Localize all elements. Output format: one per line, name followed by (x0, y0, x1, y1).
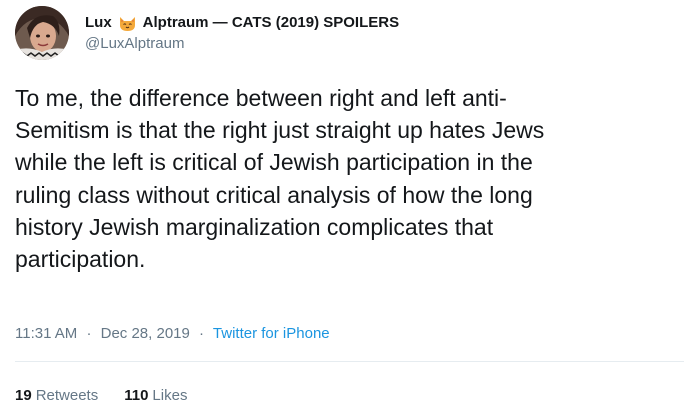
display-name-first: Lux (85, 14, 112, 31)
tweet-text-line: participation. (15, 246, 146, 273)
tweet-stats: 19 Retweets 110 Likes (15, 386, 213, 406)
tweet-header: Lux Alptraum — CATS (2019) SPOILERS @Lux… (15, 6, 399, 60)
avatar-photo (15, 6, 69, 60)
retweets-count: 19 (15, 387, 32, 404)
display-name-rest: Alptraum — CATS (2019) SPOILERS (142, 14, 400, 31)
tweet-text-line: history Jewish marginalization complicat… (15, 213, 494, 240)
likes-label: Likes (152, 387, 188, 404)
retweets-label: Retweets (35, 387, 99, 404)
divider (15, 361, 684, 362)
tweet-text-line: To me, the difference between right and … (15, 85, 507, 111)
tweet-date[interactable]: Dec 28, 2019 (101, 325, 190, 342)
cat-face-icon (118, 14, 137, 33)
meta-separator: · (199, 325, 205, 342)
retweets-stat[interactable]: 19 Retweets (15, 386, 98, 406)
tweet-text-line: ruling class without critical analysis o… (15, 181, 533, 208)
tweet-card: Lux Alptraum — CATS (2019) SPOILERS @Lux… (0, 0, 684, 414)
likes-count: 110 (124, 387, 149, 404)
tweet-source-link[interactable]: Twitter for iPhone (213, 325, 330, 342)
tweet-text: To me, the difference between right and … (15, 82, 675, 275)
user-handle[interactable]: @LuxAlptraum (85, 34, 399, 54)
tweet-text-line: Semitism is that the right just straight… (15, 117, 545, 144)
user-block: Lux Alptraum — CATS (2019) SPOILERS @Lux… (85, 13, 399, 54)
likes-stat[interactable]: 110 Likes (124, 386, 187, 406)
avatar[interactable] (15, 6, 69, 60)
display-name[interactable]: Lux Alptraum — CATS (2019) SPOILERS (85, 13, 399, 33)
tweet-time[interactable]: 11:31 AM (15, 325, 77, 342)
tweet-metadata: 11:31 AM · Dec 28, 2019 · Twitter for iP… (15, 324, 330, 344)
meta-separator: · (86, 325, 92, 342)
tweet-text-line: while the left is critical of Jewish par… (15, 149, 533, 176)
